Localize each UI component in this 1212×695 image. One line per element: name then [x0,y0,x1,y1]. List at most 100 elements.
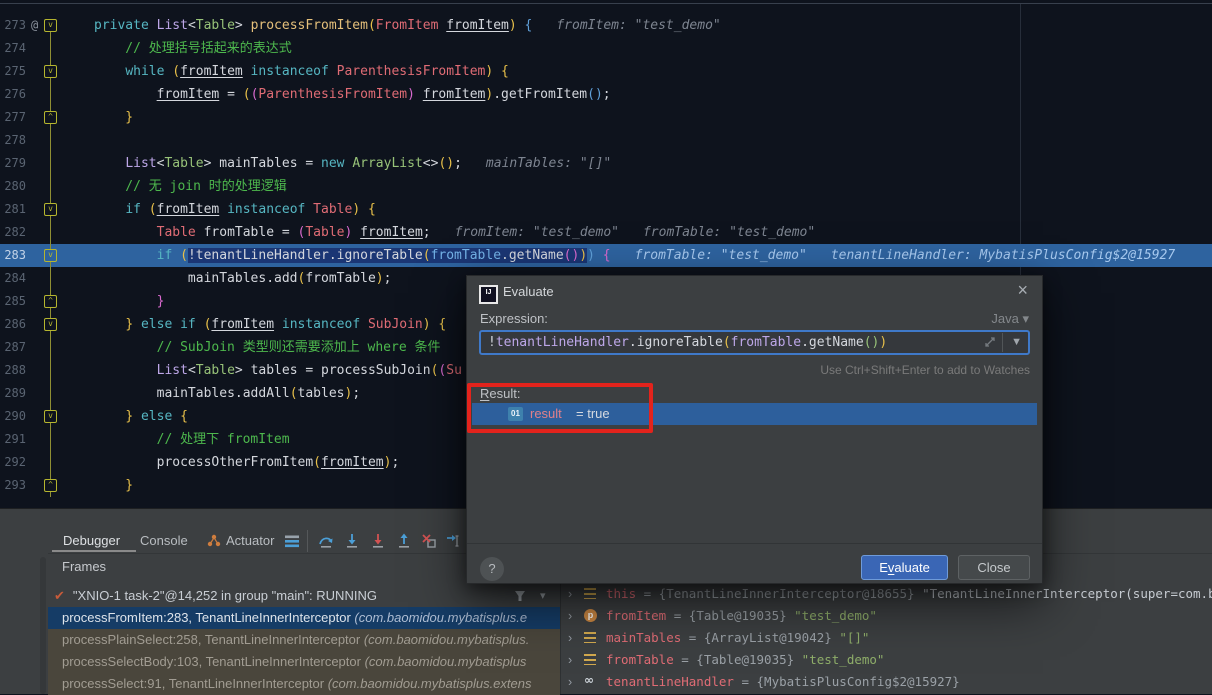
close-icon[interactable]: × [1017,281,1028,299]
code-text: mainTables.add(fromTable); [187,271,392,286]
frame-package: (com.baomidou.mybatisplus. [363,632,530,647]
line-number[interactable]: 285 [0,290,26,313]
help-button[interactable]: ? [480,557,504,581]
frame-label: processSelectBody:103, TenantLineInnerIn… [62,654,365,669]
dialog-button-bar: ? Evaluate Close [467,543,1042,584]
line-number[interactable]: 292 [0,451,26,474]
frame-row[interactable]: processPlainSelect:258, TenantLineInnerI… [48,629,560,651]
chevron-right-icon[interactable]: › [568,671,572,693]
fold-marker-icon[interactable]: v [44,65,57,78]
annotation-badge: @ [31,18,39,32]
code-text: } [94,478,134,493]
evaluate-button[interactable]: Evaluate [861,555,948,580]
line-number[interactable]: 277 [0,106,26,129]
fold-marker-icon[interactable]: ^ [44,295,57,308]
frame-label: processPlainSelect:258, TenantLineInnerI… [62,632,364,647]
step-into-icon[interactable] [344,533,360,549]
line-number[interactable]: 284 [0,267,26,290]
variable-row-mainTables[interactable]: › mainTables = {ArrayList@19042} "[]" [560,627,1212,649]
history-dropdown-icon[interactable]: ▼ [1011,332,1022,353]
inline-debug-hint: fromTable: "test_demo" [642,225,816,240]
code-text: // 处理下 fromItem [94,432,290,447]
code-text: // 处理括号括起来的表达式 [94,41,292,56]
variable-text: fromItem = {Table@19035} "test_demo" [606,608,877,623]
code-text: mainTables.addAll(tables); [156,386,361,401]
frame-row[interactable]: processSelectBody:103, TenantLineInnerIn… [48,651,560,673]
chevron-down-icon: ▾ [1022,311,1029,326]
fold-marker-icon[interactable]: v [44,249,57,262]
frames-scrollbar[interactable] [40,557,46,694]
thread-row[interactable]: ✔ "XNIO-1 task-2"@14,252 in group "main":… [48,585,560,607]
fold-marker-icon[interactable]: v [44,318,57,331]
frame-label: processSelect:91, TenantLineInnerInterce… [62,676,328,691]
line-number[interactable]: 288 [0,359,26,382]
chevron-right-icon[interactable]: › [568,627,572,649]
expand-editor-icon[interactable] [982,334,998,350]
combo-separator [1002,333,1003,352]
line-number[interactable]: 275 [0,60,26,83]
line-number[interactable]: 279 [0,152,26,175]
line-number[interactable]: 287 [0,336,26,359]
language-selector[interactable]: Java ▾ [991,311,1029,327]
field-icon [584,654,596,665]
frame-row[interactable]: processFromItem:283, TenantLineInnerInte… [48,607,560,629]
variable-text: mainTables = {ArrayList@19042} "[]" [606,630,870,645]
step-out-icon[interactable] [396,533,412,549]
run-to-cursor-icon[interactable] [446,533,462,549]
code-line-277: 277 ^ } [0,106,1212,129]
variable-text: fromTable = {Table@19035} "test_demo" [606,652,885,667]
line-number[interactable]: 291 [0,428,26,451]
code-line-275: 275 v while (fromItem instanceof Parenthe… [0,60,1212,83]
line-number[interactable]: 281 [0,198,26,221]
line-number[interactable]: 278 [0,129,26,152]
red-highlight-annotation [467,383,653,433]
variable-row-this[interactable]: › this = {TenantLineInnerInterceptor@1865… [560,583,1212,605]
line-number[interactable]: 280 [0,175,26,198]
tab-actuator[interactable]: Actuator [226,531,274,551]
frame-label: processFromItem:283, TenantLineInnerInte… [62,610,355,625]
code-line-282: 282 Table fromTable = (Table) fromItem; f… [0,221,1212,244]
toolbar-separator [307,530,308,552]
param-icon: p [584,609,597,622]
force-step-into-icon[interactable] [370,533,386,549]
filter-funnel-icon[interactable] [513,589,527,603]
code-text: if (!tenantLineHandler.ignoreTable(fromT… [156,248,1176,263]
fold-marker-icon[interactable]: ^ [44,479,57,492]
expression-input[interactable]: !tenantLineHandler.ignoreTable(fromTable… [479,330,1030,355]
thread-dropdown-icon[interactable]: ▾ [540,585,546,607]
frame-package: (com.baomidou.mybatisplus.e [354,610,528,625]
line-number[interactable]: 274 [0,37,26,60]
tab-console[interactable]: Console [140,531,188,551]
drop-frame-icon[interactable] [421,533,437,549]
fold-marker-icon[interactable]: ^ [44,111,57,124]
line-number[interactable]: 289 [0,382,26,405]
dialog-title: Evaluate [503,284,554,299]
line-number[interactable]: 282 [0,221,26,244]
fold-marker-icon[interactable]: v [44,19,57,32]
variable-row-fromItem[interactable]: › p fromItem = {Table@19035} "test_demo" [560,605,1212,627]
line-number[interactable]: 293 [0,474,26,497]
code-line-280: 280 // 无 join 时的处理逻辑 [0,175,1212,198]
line-number[interactable]: 276 [0,83,26,106]
fold-marker-icon[interactable]: v [44,203,57,216]
frame-row[interactable]: processSelect:91, TenantLineInnerInterce… [48,673,560,695]
code-line-279: 279 List<Table> mainTables = new ArrayLi… [0,152,1212,175]
layout-menu-icon[interactable] [284,533,300,549]
code-line-276: 276 fromItem = ((ParenthesisFromItem) fr… [0,83,1212,106]
sync-icon: ∞ [584,673,594,687]
line-number[interactable]: 290 [0,405,26,428]
line-number[interactable]: 283 [0,244,26,267]
fold-marker-icon[interactable]: v [44,410,57,423]
chevron-right-icon[interactable]: › [568,583,572,605]
close-button[interactable]: Close [958,555,1030,580]
line-number[interactable]: 286 [0,313,26,336]
variable-row-tenantLineHandler[interactable]: › ∞ tenantLineHandler = {MybatisPlusConfig… [560,671,1212,693]
code-text: List<Table> mainTables = new ArrayList<>… [125,156,612,171]
step-over-icon[interactable] [318,533,334,549]
line-number[interactable]: 273 [0,14,26,37]
code-text: if (fromItem instanceof Table) { [125,202,376,217]
chevron-right-icon[interactable]: › [568,649,572,671]
variable-row-fromTable[interactable]: › fromTable = {Table@19035} "test_demo" [560,649,1212,671]
tab-debugger[interactable]: Debugger [63,531,120,551]
chevron-right-icon[interactable]: › [568,605,572,627]
